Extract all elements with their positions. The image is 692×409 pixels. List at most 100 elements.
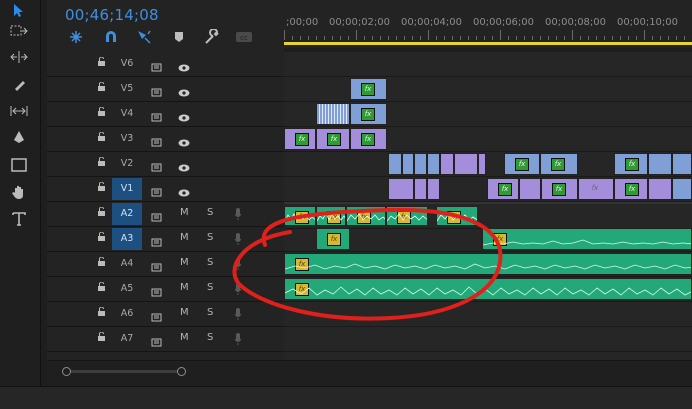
lock-icon[interactable] <box>97 282 106 291</box>
solo-button[interactable]: S <box>207 207 213 218</box>
zoom-handle-right[interactable] <box>177 367 186 376</box>
video-clip[interactable]: fx <box>350 128 387 150</box>
track-name[interactable]: A3 <box>112 228 142 250</box>
mic-icon[interactable] <box>234 231 242 245</box>
video-clip[interactable] <box>388 153 402 175</box>
rectangle-icon[interactable] <box>6 154 32 176</box>
timecode-display[interactable]: 00;46;14;08 <box>65 6 159 24</box>
track-header-a2[interactable]: A2 M S <box>47 202 284 227</box>
video-clip[interactable] <box>402 153 414 175</box>
lane-v5[interactable]: fx <box>284 77 692 102</box>
video-clip[interactable]: fx <box>350 78 387 100</box>
timeline-settings-icon[interactable] <box>203 28 221 46</box>
video-clip[interactable] <box>478 153 486 175</box>
eye-icon[interactable] <box>178 158 190 172</box>
track-header-v4[interactable]: V4 <box>47 102 284 127</box>
zoom-scrollbar[interactable] <box>62 367 186 376</box>
eye-icon[interactable] <box>178 58 190 72</box>
pen-icon[interactable] <box>6 127 32 149</box>
video-clip[interactable] <box>648 178 672 200</box>
slip-icon[interactable] <box>6 100 32 122</box>
lane-v3[interactable]: fx fx fx <box>284 127 692 152</box>
track-name[interactable]: V4 <box>112 103 142 125</box>
sync-lock-icon[interactable] <box>151 308 163 322</box>
track-header-v6[interactable]: V6 <box>47 52 284 77</box>
track-name[interactable]: V3 <box>112 128 142 150</box>
selection-tool-icon[interactable] <box>6 0 32 22</box>
nest-icon[interactable] <box>67 28 85 46</box>
video-clip[interactable]: fx <box>541 178 578 200</box>
video-clip[interactable] <box>672 178 692 200</box>
track-header-a7[interactable]: A7 M S <box>47 327 284 352</box>
lane-v4[interactable]: fx <box>284 102 692 127</box>
sync-lock-icon[interactable] <box>151 108 163 122</box>
eye-icon[interactable] <box>178 183 190 197</box>
sync-lock-icon[interactable] <box>151 158 163 172</box>
video-clip[interactable]: fx <box>614 153 648 175</box>
track-select-forward-icon[interactable] <box>6 20 32 42</box>
audio-clip[interactable]: fx <box>436 206 478 226</box>
track-header-v5[interactable]: V5 <box>47 77 284 102</box>
lock-icon[interactable] <box>97 57 106 66</box>
track-name[interactable]: V2 <box>112 153 142 175</box>
audio-clip[interactable]: fx <box>316 206 346 226</box>
track-name[interactable]: V5 <box>112 78 142 100</box>
track-name[interactable]: A5 <box>112 278 142 300</box>
lane-a6[interactable] <box>284 302 692 327</box>
audio-clip[interactable]: fx <box>284 278 692 300</box>
video-clip[interactable]: fx <box>350 103 387 125</box>
video-clip[interactable] <box>519 178 541 200</box>
audio-clip[interactable]: fx <box>316 228 350 250</box>
solo-button[interactable]: S <box>207 232 213 243</box>
audio-clip[interactable]: fx <box>386 206 428 226</box>
lock-icon[interactable] <box>97 107 106 116</box>
mic-icon[interactable] <box>234 206 242 220</box>
track-header-a5[interactable]: A5 M S <box>47 277 284 302</box>
track-header-v3[interactable]: V3 <box>47 127 284 152</box>
razor-icon[interactable] <box>6 74 32 96</box>
mic-icon[interactable] <box>234 306 242 320</box>
track-header-a4[interactable]: A4 M S <box>47 252 284 277</box>
zoom-handle-left[interactable] <box>62 367 71 376</box>
work-area-bar[interactable] <box>284 42 692 45</box>
captions-icon[interactable]: cc <box>235 28 253 46</box>
type-icon[interactable] <box>6 208 32 230</box>
video-clip[interactable] <box>454 153 478 175</box>
track-header-a6[interactable]: A6 M S <box>47 302 284 327</box>
video-clip[interactable] <box>440 153 454 175</box>
lock-icon[interactable] <box>97 257 106 266</box>
lane-a4[interactable]: fx <box>284 252 692 277</box>
track-name[interactable]: V6 <box>112 53 142 75</box>
video-clip[interactable]: fx <box>504 153 540 175</box>
eye-icon[interactable] <box>178 108 190 122</box>
lane-v1[interactable]: fx fx fx fx <box>284 177 692 202</box>
video-clip[interactable] <box>316 103 350 125</box>
mic-icon[interactable] <box>234 256 242 270</box>
sync-lock-icon[interactable] <box>151 208 163 222</box>
add-marker-icon[interactable] <box>170 28 188 46</box>
solo-button[interactable]: S <box>207 257 213 268</box>
video-clip[interactable]: fx <box>284 128 316 150</box>
video-clip[interactable] <box>388 178 414 200</box>
track-name[interactable]: A7 <box>112 328 142 350</box>
time-ruler[interactable]: ;00;00 00;00;02;00 00;00;04;00 00;00;06;… <box>284 0 692 48</box>
timeline-tracks[interactable]: fx fx fx fx fx fx fx fx fx fx fx fx fx f… <box>284 52 692 360</box>
video-clip[interactable]: fx <box>578 178 614 200</box>
eye-icon[interactable] <box>178 133 190 147</box>
mic-icon[interactable] <box>234 281 242 295</box>
lock-icon[interactable] <box>97 307 106 316</box>
ripple-edit-icon[interactable] <box>6 46 32 68</box>
lock-icon[interactable] <box>97 232 106 241</box>
video-clip[interactable] <box>427 178 440 200</box>
mute-button[interactable]: M <box>180 282 189 293</box>
audio-clip[interactable]: fx <box>346 206 386 226</box>
lane-v2[interactable]: fx fx fx <box>284 152 692 177</box>
track-name[interactable]: A2 <box>112 203 142 225</box>
mic-icon[interactable] <box>234 331 242 345</box>
video-clip[interactable]: fx <box>487 178 519 200</box>
track-name[interactable]: V1 <box>112 178 142 200</box>
lane-v6[interactable] <box>284 52 692 77</box>
video-clip[interactable] <box>427 153 440 175</box>
track-header-v1[interactable]: V1 <box>47 177 284 202</box>
track-name[interactable]: A4 <box>112 253 142 275</box>
